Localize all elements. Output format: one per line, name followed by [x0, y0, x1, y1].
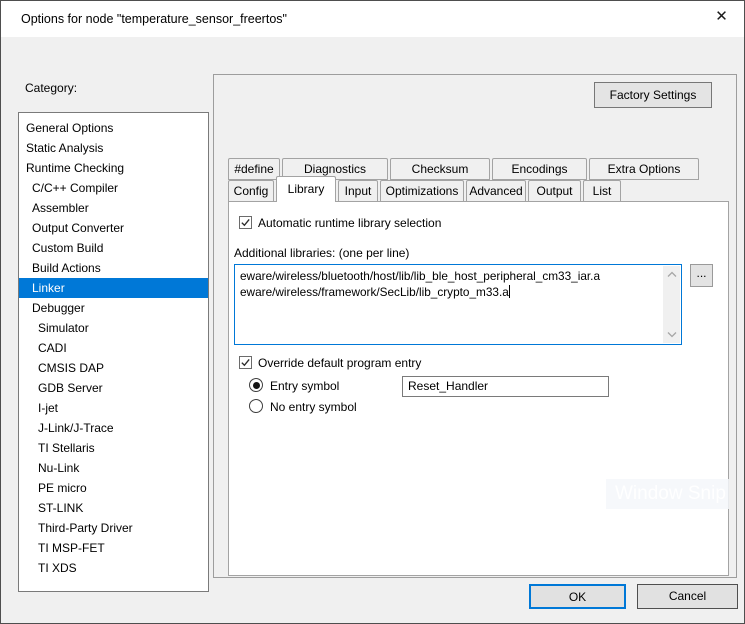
ok-button[interactable]: OK [529, 584, 626, 609]
tab-define[interactable]: #define [228, 158, 280, 180]
category-item-i-jet[interactable]: I-jet [19, 398, 208, 418]
tab-config[interactable]: Config [228, 180, 274, 202]
override-entry-checkbox-label[interactable]: Override default program entry [258, 356, 421, 370]
check-mark-icon [240, 357, 251, 368]
override-entry-checkbox[interactable] [239, 356, 252, 369]
radio-dot [253, 382, 260, 389]
category-item-pe-micro[interactable]: PE micro [19, 478, 208, 498]
factory-settings-button[interactable]: Factory Settings [594, 82, 712, 108]
category-item-cmsis-dap[interactable]: CMSIS DAP [19, 358, 208, 378]
entry-symbol-field[interactable]: Reset_Handler [402, 376, 609, 397]
tab-extra-options[interactable]: Extra Options [589, 158, 699, 180]
category-label: Category: [25, 81, 77, 95]
options-dialog: Options for node "temperature_sensor_fre… [0, 0, 745, 624]
window-snip-watermark: Window Snip [606, 479, 729, 509]
tab-library[interactable]: Library [276, 176, 336, 202]
libraries-text: eware/wireless/bluetooth/host/lib/lib_bl… [235, 265, 681, 303]
close-icon[interactable]: ✕ [699, 1, 744, 35]
tab-advanced[interactable]: Advanced [466, 180, 526, 202]
entry-symbol-radio-label[interactable]: Entry symbol [270, 379, 339, 393]
tab-list[interactable]: List [583, 180, 621, 202]
tab-checksum[interactable]: Checksum [390, 158, 490, 180]
category-item-gdb-server[interactable]: GDB Server [19, 378, 208, 398]
category-item-simulator[interactable]: Simulator [19, 318, 208, 338]
category-item-general-options[interactable]: General Options [19, 118, 208, 138]
library-line-1: eware/wireless/bluetooth/host/lib/lib_bl… [240, 268, 676, 284]
cancel-button[interactable]: Cancel [637, 584, 738, 609]
category-item-nu-link[interactable]: Nu-Link [19, 458, 208, 478]
title-bar: Options for node "temperature_sensor_fre… [1, 1, 744, 37]
category-listbox: General Options Static Analysis Runtime … [18, 112, 209, 592]
library-line-2: eware/wireless/framework/SecLib/lib_cryp… [240, 284, 676, 300]
category-item-custom-build[interactable]: Custom Build [19, 238, 208, 258]
category-item-j-link[interactable]: J-Link/J-Trace [19, 418, 208, 438]
category-item-build-actions[interactable]: Build Actions [19, 258, 208, 278]
dialog-title: Options for node "temperature_sensor_fre… [21, 1, 287, 37]
tab-row-2: Config Library Input Optimizations Advan… [228, 180, 623, 202]
no-entry-symbol-radio-label[interactable]: No entry symbol [270, 400, 357, 414]
chevron-down-icon[interactable] [663, 326, 680, 343]
category-item-ti-xds[interactable]: TI XDS [19, 558, 208, 578]
category-item-ti-stellaris[interactable]: TI Stellaris [19, 438, 208, 458]
library-tab-panel: Automatic runtime library selection Addi… [228, 201, 729, 576]
libraries-scrollbar[interactable] [663, 266, 680, 343]
category-item-linker[interactable]: Linker [19, 278, 208, 298]
auto-runtime-checkbox-label[interactable]: Automatic runtime library selection [258, 216, 441, 230]
auto-runtime-checkbox[interactable] [239, 216, 252, 229]
category-item-cadi[interactable]: CADI [19, 338, 208, 358]
entry-symbol-radio[interactable] [249, 378, 263, 392]
category-item-static-analysis[interactable]: Static Analysis [19, 138, 208, 158]
tab-input[interactable]: Input [338, 180, 378, 202]
browse-libraries-button[interactable]: ... [690, 264, 713, 287]
category-item-ti-msp-fet[interactable]: TI MSP-FET [19, 538, 208, 558]
no-entry-symbol-radio[interactable] [249, 399, 263, 413]
category-item-assembler[interactable]: Assembler [19, 198, 208, 218]
check-mark-icon [240, 217, 251, 228]
tab-encodings[interactable]: Encodings [492, 158, 587, 180]
category-item-third-party-driver[interactable]: Third-Party Driver [19, 518, 208, 538]
tab-output[interactable]: Output [528, 180, 581, 202]
additional-libraries-label: Additional libraries: (one per line) [234, 246, 409, 260]
category-item-debugger[interactable]: Debugger [19, 298, 208, 318]
additional-libraries-input[interactable]: eware/wireless/bluetooth/host/lib/lib_bl… [234, 264, 682, 345]
text-caret [509, 285, 510, 298]
chevron-up-icon[interactable] [663, 266, 680, 283]
category-item-runtime-checking[interactable]: Runtime Checking [19, 158, 208, 178]
category-item-output-converter[interactable]: Output Converter [19, 218, 208, 238]
tab-optimizations[interactable]: Optimizations [380, 180, 464, 202]
category-item-st-link[interactable]: ST-LINK [19, 498, 208, 518]
category-item-c-compiler[interactable]: C/C++ Compiler [19, 178, 208, 198]
